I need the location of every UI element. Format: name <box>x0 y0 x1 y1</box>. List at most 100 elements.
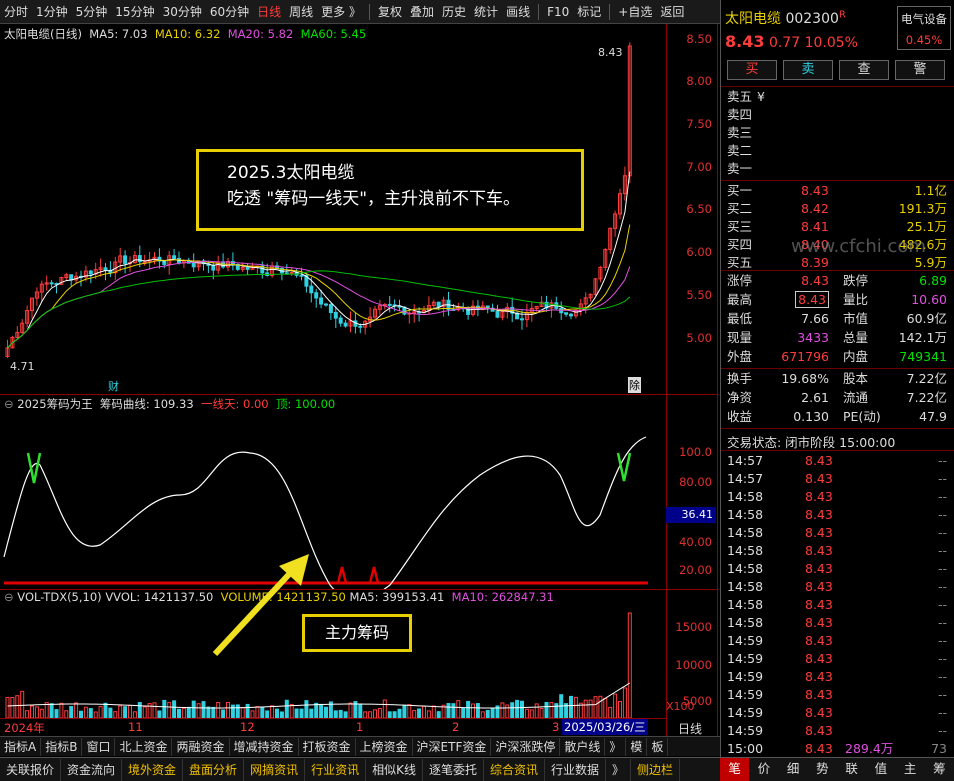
tick-time: 14:59 <box>727 687 764 702</box>
toolbar-item-15[interactable]: 标记 <box>573 0 605 24</box>
y-tick: 6.00 <box>686 245 712 259</box>
bid-row: 买三 8.41 25.1万 <box>721 218 954 236</box>
toolbar-item-5[interactable]: 60分钟 <box>206 0 253 24</box>
volume-bar <box>152 702 157 719</box>
x-tick: 12 <box>240 720 255 734</box>
tab-4[interactable]: 两融资金 <box>172 737 230 756</box>
volume-chart[interactable] <box>0 590 666 736</box>
toolbar-item-9[interactable]: 复权 <box>374 0 406 24</box>
toolbar-item-8[interactable]: 更多 》 <box>317 0 365 24</box>
toolbar-item-6[interactable]: 日线 <box>253 0 285 24</box>
toolbar-item-3[interactable]: 15分钟 <box>111 0 158 24</box>
volume-bar <box>162 699 167 719</box>
tab-1[interactable]: 指标B <box>41 737 83 756</box>
x-tick: 2024年 <box>4 721 45 735</box>
indicator-chart[interactable] <box>0 395 666 589</box>
tab-3[interactable]: 北上资金 <box>115 737 173 756</box>
tick-row: 14:57 8.43 -- <box>721 470 954 488</box>
buy-button[interactable]: 买 <box>727 60 777 80</box>
volume-bar <box>123 706 128 719</box>
tick-volume: -- <box>937 669 947 684</box>
bottom-item-8[interactable]: 综合资讯 <box>484 758 545 781</box>
stat-label: 净资 <box>727 390 753 405</box>
tab-7[interactable]: 上榜资金 <box>356 737 413 756</box>
candle-body <box>142 261 147 264</box>
toolbar-item-7[interactable]: 周线 <box>285 0 317 24</box>
toolbar-item-11[interactable]: 历史 <box>438 0 470 24</box>
tab-8[interactable]: 沪深ETF资金 <box>413 737 492 756</box>
panel-tab-6[interactable]: 主 <box>896 758 925 781</box>
bottom-item-9[interactable]: 行业数据 <box>545 758 607 781</box>
volume-bar <box>417 708 422 719</box>
panel-tab-2[interactable]: 细 <box>779 758 808 781</box>
bottom-item-2[interactable]: 境外资金 <box>122 758 184 781</box>
stat-label: 最高 <box>727 292 753 307</box>
tick-price: 8.43 <box>805 489 833 504</box>
toolbar-item-17[interactable]: 返回 <box>656 0 688 24</box>
bottom-item-1[interactable]: 资金流向 <box>61 758 123 781</box>
panel-tab-0[interactable]: 笔 <box>720 758 750 781</box>
tab-10[interactable]: 散户线 <box>560 737 606 756</box>
bid-price: 8.42 <box>801 201 829 216</box>
toolbar-item-16[interactable]: +自选 <box>614 0 656 24</box>
sell-button[interactable]: 卖 <box>783 60 833 80</box>
candle-body <box>103 267 108 271</box>
tab-11[interactable]: 》 <box>605 737 627 756</box>
tick-list[interactable]: 14:57 8.43 -- 14:57 8.43 -- 14:58 8.43 -- 14:58 8.… <box>721 452 954 756</box>
bottom-item-7[interactable]: 逐笔委托 <box>423 758 484 781</box>
alert-button[interactable]: 警 <box>895 60 945 80</box>
sector-box[interactable]: 电气设备 0.45% <box>897 6 951 50</box>
stat-label: 跌停 <box>843 273 869 288</box>
toolbar-item-2[interactable]: 5分钟 <box>72 0 112 24</box>
tick-volume: -- <box>937 597 947 612</box>
stat-row: 现量 3433 总量 142.1万 <box>721 329 954 347</box>
toolbar-item-1[interactable]: 1分钟 <box>32 0 72 24</box>
tab-9[interactable]: 沪深涨跌停 <box>491 737 561 756</box>
toolbar-item-4[interactable]: 30分钟 <box>159 0 206 24</box>
tab-0[interactable]: 指标A <box>0 737 42 756</box>
volume-bar <box>613 693 618 719</box>
tab-6[interactable]: 打板资金 <box>299 737 356 756</box>
toolbar-item-0[interactable]: 分时 <box>0 0 32 24</box>
bottom-item-6[interactable]: 相似K线 <box>366 758 423 781</box>
query-button[interactable]: 查 <box>839 60 889 80</box>
tick-volume: -- <box>937 507 947 522</box>
chart-area[interactable]: 太阳电缆(日线) MA5: 7.03 MA10: 6.32 MA20: 5.82… <box>0 24 718 736</box>
volume-bar <box>88 708 93 719</box>
bottom-item-4[interactable]: 网摘资讯 <box>244 758 306 781</box>
tab-12[interactable]: 模 <box>626 737 648 756</box>
toolbar-item-14[interactable]: F10 <box>543 0 573 24</box>
toolbar-item-12[interactable]: 统计 <box>470 0 502 24</box>
tick-price: 8.43 <box>805 453 833 468</box>
period-label: 日线 <box>678 722 703 736</box>
bottom-item-11[interactable]: 侧边栏 <box>631 758 681 781</box>
tick-volume: -- <box>937 633 947 648</box>
bottom-item-10[interactable]: 》 <box>606 758 632 781</box>
ask-row: 卖三 <box>721 124 954 142</box>
volume-bar <box>588 699 593 719</box>
tab-13[interactable]: 板 <box>647 737 669 756</box>
panel-tab-7[interactable]: 筹 <box>925 758 954 781</box>
bottom-item-3[interactable]: 盘面分析 <box>183 758 245 781</box>
volume-bar <box>338 709 343 719</box>
tab-5[interactable]: 增减持资金 <box>230 737 299 756</box>
candle-body <box>299 274 304 277</box>
bottom-item-0[interactable]: 关联报价 <box>0 758 62 781</box>
panel-tab-1[interactable]: 价 <box>749 758 778 781</box>
tick-row: 15:00 8.43 289.4万 73 <box>721 740 954 758</box>
bottom-item-5[interactable]: 行业资讯 <box>305 758 367 781</box>
tab-2[interactable]: 窗口 <box>82 737 116 756</box>
stat-row: 最高 8.43 量比 10.60 <box>721 291 954 309</box>
volume-bar <box>412 710 417 719</box>
volume-bar <box>69 706 74 719</box>
panel-tab-3[interactable]: 势 <box>808 758 837 781</box>
watermark: www.cfchi.com <box>791 236 926 257</box>
y-tick: 7.50 <box>686 117 712 131</box>
panel-tab-5[interactable]: 值 <box>866 758 895 781</box>
toolbar-item-10[interactable]: 叠加 <box>406 0 438 24</box>
stock-header: 太阳电缆 002300R <box>725 8 846 28</box>
toolbar-item-13[interactable]: 画线 <box>502 0 534 24</box>
trade-status: 交易状态: 闭市阶段 15:00:00 <box>727 435 896 450</box>
panel-tab-4[interactable]: 联 <box>837 758 866 781</box>
volume-bar <box>544 701 549 719</box>
